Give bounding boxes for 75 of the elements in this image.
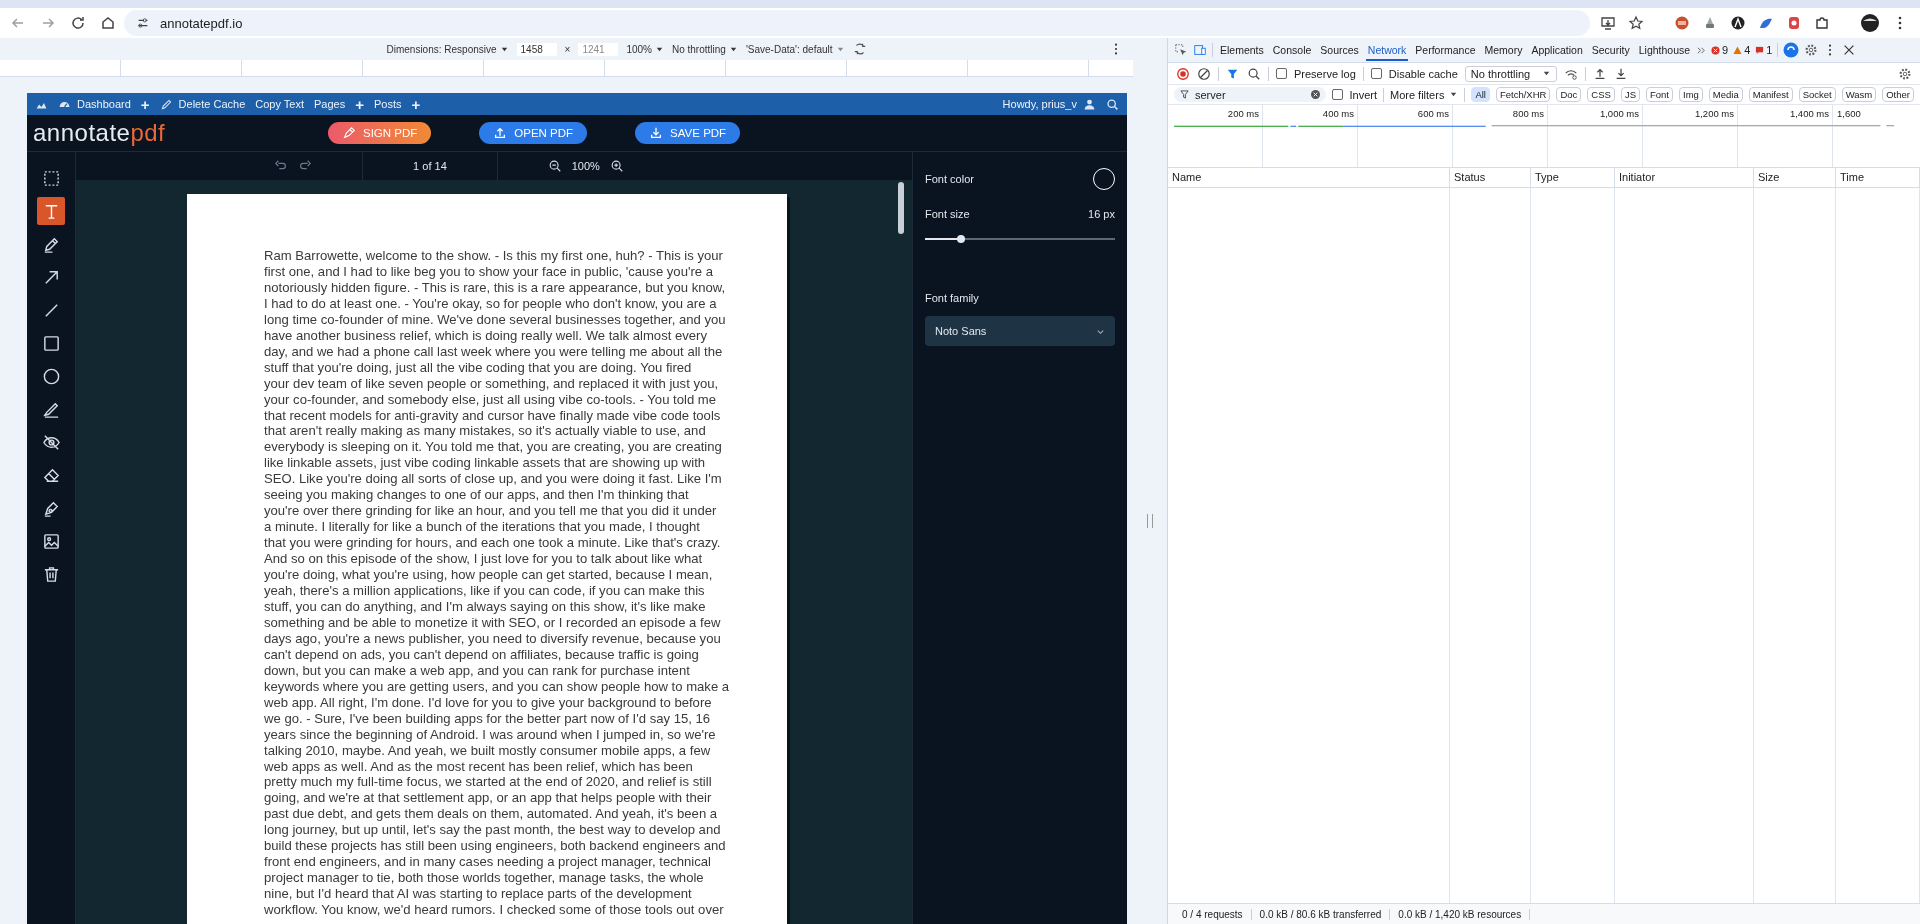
checkbox-label[interactable]: Invert (1349, 88, 1377, 101)
devtools-tab[interactable]: Lighthouse (1636, 39, 1693, 61)
page-indicator: 1 of 14 (413, 160, 447, 172)
page-text: Ram Barrowette, welcome to the show. - Is this my first one, huh? - This is your first one, and I had to like beg you to show your face in public, 'cause you're a notoriously hidden figure. - This is rare, this is a rare appearance, but you know, I had to do at least one. - You're okay, so for people who don't know, you are a long time co-founder of mine. We've done several businesses together, and you have another business relief, which is doing really well. We talk almost every day, and we had a phone call last week where you were telling me about all the stuff that you're doing, just all the vibe coding that you are doing. You fired your dev team of like seven people or something, and replaced it with just you, your co-founder, and somebody else, just all using vibe co-tools. - You told me that recent models for anti-gravity and cursor have finally made vibe code tools that aren't really making as many mistakes, so it's actually viable to use, and everybody is sleeping on it. You told me that, you are creating, you are creating like linkable assets, just vibe coding linkable assets that are showing up with SEO. Like you're doing all sorts of close up, and you were doing it fast. Like I'm seeing you making changes to one of our apps, and then I'm thinking that you're over there grinding for like an hour, and you tell me that you did it under a minute. I literally for like a bunch of the iterations that you made, I thought that you were grinding for hours, and each one took a minute. Like that's crazy. And so on this episode of the show, I just love for you to talk about like what you're doing, what you're using, how people can get started, because I mean, yeah, there's a million applications, like if you can code, if you can make this stuff, you can do anything, and I'm always saying on this show, it's like make something and be able to monetize it with SEO, or I recorded an episode a few days ago, you're a news publisher, you need to diversify revenue, because you can't depend on ads, you can't depend on affiliates, because traffic is going down, but you can make a web app, and you can rank for purchase intent keywords where you are getting users, and you can show people how to make a web app. All right, I'm done. I'd love for you to give your background to before we go. - Sure, I've been building apps for the better part now of I'd say 15, 16 years since the beginning of Android. I was around when I jumped in, so we're talking 2010, maybe. And yeah, we built mostly consumer mobile apps, a few web apps as well. And as the most recent has been relief, which has been pretty much my full-time focus, we started at the end of 2020, and relief is still going, and we're at that settlement app, or an app that helps people with their past due debt, and gets them deals on them, automated. And yeah, it's been a long journey, but up until, let's say the past month, the best way to develop and build these projects has still been using engineers, both backend engineers and front end engineers, and in many cases needing a project manager, technical project manager to tie, both those worlds together, manage tasks, the whole nine, but I'd heard that AI was starting to replace parts of the development workflow. You know, we'd heard rumors. I checked some of those tools out over (264, 248, 731, 919)
timeline-tick: 200 ms (1226, 107, 1260, 119)
devtools-tab[interactable]: Security (1589, 39, 1632, 61)
devtools-tab[interactable]: Application (1529, 39, 1585, 61)
save-pdf-button[interactable]: SAVE PDF (635, 122, 741, 144)
type-filter-chip[interactable]: Manifest (1748, 87, 1793, 102)
admin-link[interactable]: Copy Text (255, 98, 304, 110)
font-size-value: 16 px (1088, 208, 1115, 220)
logo[interactable]: annotatepdf (33, 119, 328, 147)
throttling-dropdown[interactable]: No throttling (1464, 65, 1557, 82)
timeline-tick: 800 ms (1511, 107, 1545, 119)
add-link[interactable]: + (355, 95, 364, 113)
open-pdf-button[interactable]: OPEN PDF (479, 122, 588, 144)
devtools-tab[interactable]: Performance (1413, 39, 1478, 61)
type-filter-chip[interactable]: Media (1708, 87, 1743, 102)
status-text: 0 / 4 requests (1174, 908, 1252, 920)
font-color-label: Font color (925, 173, 974, 185)
user-greeting[interactable]: Howdy, prius_v (1002, 97, 1096, 111)
type-filter-chip[interactable]: Fetch/XHR (1495, 87, 1551, 102)
timeline-tick: 1,000 ms (1598, 107, 1640, 119)
devtools-tab[interactable]: Sources (1318, 39, 1361, 61)
type-filter-chip[interactable]: JS (1620, 87, 1640, 102)
add-link[interactable]: + (411, 95, 421, 113)
column-header[interactable]: Size (1754, 168, 1836, 187)
status-text: 0.0 kB / 1,420 kB resources (1390, 908, 1531, 920)
column-header[interactable]: Initiator (1615, 168, 1754, 187)
save-data-dropdown[interactable]: 'Save-Data': default (745, 43, 845, 55)
devtools-tab[interactable]: Network (1365, 39, 1409, 61)
column-header[interactable]: Status (1450, 168, 1531, 187)
type-filter-chip[interactable]: Doc (1556, 87, 1582, 102)
zoom-dropdown[interactable]: 100% (626, 43, 664, 55)
address-bar[interactable]: annotatepdf.io (124, 10, 1590, 36)
admin-link[interactable]: Delete Cache (159, 97, 246, 111)
font-family-dropdown[interactable]: Noto Sans (925, 316, 1115, 346)
type-filter-chip[interactable]: Socket (1798, 87, 1836, 102)
font-size-label: Font size (925, 208, 970, 220)
throttling-dropdown[interactable]: No throttling (671, 43, 738, 55)
width-field[interactable]: 1458 (516, 42, 557, 56)
timeline-tick: 1,200 ms (1693, 107, 1735, 119)
type-filter-chip[interactable]: Other (1882, 87, 1914, 102)
column-header[interactable]: Time (1836, 168, 1920, 187)
timeline-tick: 1,600 (1836, 107, 1862, 119)
warning-count[interactable]: 4 (1733, 44, 1751, 56)
issue-count[interactable]: 1 (1755, 44, 1773, 56)
admin-link[interactable]: Pages (313, 98, 346, 110)
timeline-tick: 1,400 ms (1788, 107, 1830, 119)
dashboard-link[interactable]: Dashboard (58, 97, 131, 111)
type-filter-chip[interactable]: Img (1679, 87, 1703, 102)
devtools-tab[interactable]: Console (1270, 39, 1314, 61)
devtools-tab[interactable]: Elements (1218, 39, 1266, 61)
font-family-label: Font family (925, 292, 980, 304)
type-filter-chip[interactable]: Wasm (1841, 87, 1877, 102)
admin-link[interactable]: Posts (373, 98, 402, 110)
timeline-tick: 400 ms (1321, 107, 1355, 119)
type-filter-chip[interactable]: CSS (1587, 87, 1615, 102)
timeline-tick: 600 ms (1416, 107, 1450, 119)
checkbox-label[interactable]: Preserve log (1294, 67, 1356, 80)
more-filters-dropdown[interactable]: More filters (1390, 88, 1459, 101)
column-header[interactable]: Name (1168, 168, 1450, 187)
height-field[interactable]: 1241 (578, 42, 619, 56)
filter-field[interactable]: server (1174, 87, 1327, 102)
devtools-tab[interactable]: Memory (1482, 39, 1525, 61)
status-text: 0.0 kB / 80.6 kB transferred (1251, 908, 1391, 920)
column-header[interactable]: Type (1531, 168, 1615, 187)
checkbox-label[interactable]: Disable cache (1388, 67, 1458, 80)
zoom-level: 100% (571, 160, 600, 172)
error-count[interactable]: 9 (1711, 44, 1729, 56)
add-link[interactable]: + (140, 95, 150, 113)
type-filter-chip[interactable]: Font (1646, 87, 1673, 102)
dimensions-dropdown[interactable]: Dimensions: Responsive (386, 43, 509, 55)
type-filter-chip[interactable]: All (1471, 87, 1490, 102)
times-sign: × (564, 43, 571, 55)
